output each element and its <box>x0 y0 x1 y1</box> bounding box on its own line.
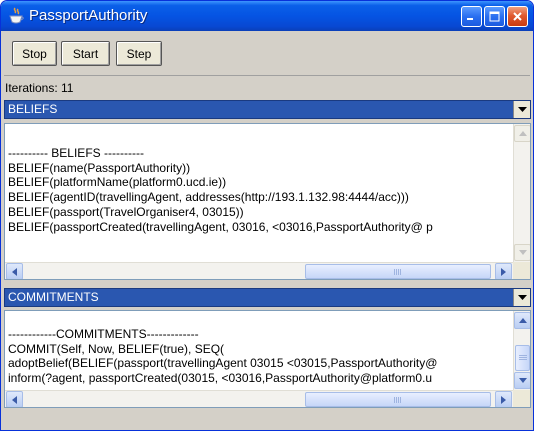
java-cup-icon <box>8 7 24 25</box>
scroll-up-button[interactable] <box>514 125 530 142</box>
commitments-line: inform(?agent, passportCreated(03015, <0… <box>8 371 433 386</box>
chevron-down-icon <box>518 378 527 383</box>
beliefs-content: ---------- BELIEFS ---------- BELIEF(name… <box>8 146 433 234</box>
beliefs-line: BELIEF(passportCreated(travellingAgent, … <box>8 219 433 234</box>
scroll-left-button[interactable] <box>6 391 23 407</box>
close-icon <box>513 12 522 21</box>
commitments-dropdown-value: COMMITMENTS <box>8 290 99 304</box>
chevron-down-icon[interactable] <box>513 101 530 118</box>
window-title: PassportAuthority <box>29 7 148 24</box>
commitments-line: COMMIT(Self, Now, BELIEF(true), SEQ( <box>8 341 225 356</box>
scroll-down-button[interactable] <box>514 372 530 389</box>
scroll-down-button[interactable] <box>514 244 530 261</box>
scroll-right-button[interactable] <box>495 391 512 407</box>
commitments-vertical-scrollbar[interactable] <box>513 311 530 390</box>
beliefs-line: ---------- BELIEFS ---------- <box>8 146 144 160</box>
beliefs-text-area[interactable]: ---------- BELIEFS ---------- BELIEF(name… <box>4 123 531 280</box>
iterations-label: Iterations: 11 <box>5 81 74 95</box>
chevron-right-icon <box>501 267 506 276</box>
scroll-corner <box>513 262 530 279</box>
divider <box>4 75 530 76</box>
app-window: PassportAuthority Stop Start Step Iterat… <box>0 0 534 431</box>
stop-button[interactable]: Stop <box>12 41 57 66</box>
scroll-thumb[interactable] <box>515 345 530 371</box>
commitments-content: ------------COMMITMENTS------------- COMM… <box>8 327 437 386</box>
step-button[interactable]: Step <box>116 41 162 66</box>
beliefs-dropdown-value: BELIEFS <box>8 102 58 116</box>
beliefs-line: BELIEF(platformName(platform0.ucd.ie)) <box>8 175 227 190</box>
commitments-horizontal-scrollbar[interactable] <box>5 390 513 407</box>
scroll-thumb[interactable] <box>305 392 491 407</box>
start-button[interactable]: Start <box>61 41 110 66</box>
commitments-line: adoptBelief(BELIEF(passport(travellingAg… <box>8 356 438 371</box>
minimize-button[interactable] <box>461 6 482 27</box>
commitments-line: ------------COMMITMENTS------------- <box>8 327 199 341</box>
scroll-left-button[interactable] <box>6 263 23 279</box>
chevron-up-icon <box>518 131 527 136</box>
scroll-thumb[interactable] <box>305 264 491 279</box>
maximize-icon <box>489 11 500 22</box>
title-bar[interactable]: PassportAuthority <box>1 1 533 31</box>
maximize-button[interactable] <box>484 6 505 27</box>
beliefs-line: BELIEF(agentID(travellingAgent, addresse… <box>8 190 409 205</box>
chevron-right-icon <box>501 395 506 404</box>
beliefs-line: BELIEF(name(PassportAuthority)) <box>8 160 191 175</box>
chevron-left-icon <box>12 395 17 404</box>
scroll-up-button[interactable] <box>514 312 530 329</box>
chevron-left-icon <box>12 267 17 276</box>
commitments-text-area[interactable]: ------------COMMITMENTS------------- COMM… <box>4 310 531 408</box>
toolbar: Stop Start Step <box>4 35 530 73</box>
beliefs-dropdown[interactable]: BELIEFS <box>4 100 531 119</box>
scroll-corner <box>513 390 530 407</box>
beliefs-line: BELIEF(passport(TravelOrganiser4, 03015)… <box>8 204 244 219</box>
commitments-dropdown[interactable]: COMMITMENTS <box>4 288 531 307</box>
chevron-up-icon <box>518 318 527 323</box>
close-button[interactable] <box>507 6 528 27</box>
beliefs-horizontal-scrollbar[interactable] <box>5 262 513 279</box>
minimize-icon <box>467 18 473 20</box>
chevron-down-icon[interactable] <box>513 289 530 306</box>
beliefs-vertical-scrollbar[interactable] <box>513 124 530 262</box>
scroll-right-button[interactable] <box>495 263 512 279</box>
chevron-down-icon <box>518 250 527 255</box>
